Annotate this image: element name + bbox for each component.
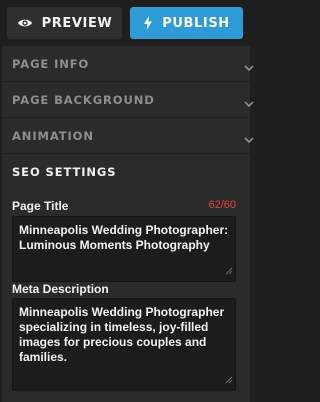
- preview-button[interactable]: PREVIEW: [7, 7, 122, 39]
- publish-button[interactable]: PUBLISH: [130, 7, 243, 39]
- meta-description-value: Minneapolis Wedding Photographer special…: [19, 305, 225, 364]
- meta-description-label: Meta Description: [12, 282, 109, 296]
- section-label: ANIMATION: [12, 128, 94, 143]
- publish-label: PUBLISH: [162, 15, 230, 31]
- preview-label: PREVIEW: [41, 15, 113, 31]
- resize-handle-icon[interactable]: [225, 264, 233, 279]
- section-label: PAGE INFO: [12, 56, 90, 71]
- section-label: PAGE BACKGROUND: [12, 92, 155, 107]
- eye-icon: [17, 17, 33, 29]
- section-page-info[interactable]: PAGE INFO: [2, 46, 254, 82]
- chevron-down-icon: [244, 59, 254, 77]
- top-toolbar: PREVIEW PUBLISH: [0, 0, 250, 46]
- page-title-field[interactable]: Minneapolis Wedding Photographer: Lumino…: [12, 216, 236, 282]
- chevron-down-icon: [244, 131, 254, 149]
- page-title-label: Page Title: [12, 199, 69, 213]
- section-animation[interactable]: ANIMATION: [2, 118, 254, 154]
- section-seo-settings[interactable]: SEO SETTINGS: [2, 154, 250, 190]
- lightning-icon: [143, 16, 153, 30]
- settings-panel: PAGE INFO PAGE BACKGROUND ANIMATION SEO …: [2, 46, 254, 402]
- section-page-background[interactable]: PAGE BACKGROUND: [2, 82, 254, 118]
- section-label: SEO SETTINGS: [12, 165, 117, 179]
- resize-handle-icon[interactable]: [225, 373, 233, 388]
- page-title-value: Minneapolis Wedding Photographer: Lumino…: [19, 223, 229, 252]
- meta-description-field[interactable]: Minneapolis Wedding Photographer special…: [12, 298, 236, 391]
- chevron-down-icon: [244, 95, 254, 113]
- character-counter: 62/60: [208, 199, 236, 211]
